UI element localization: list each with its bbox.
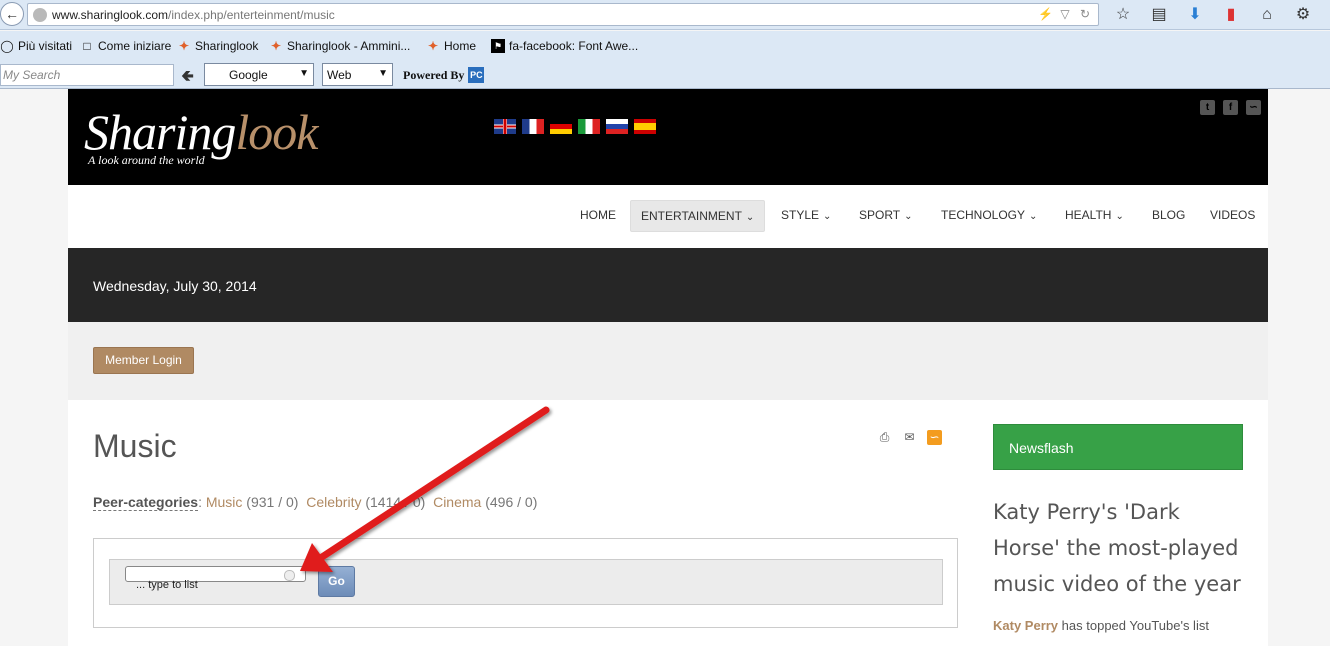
globe-icon: ◯ [0,39,14,53]
chevron-down-icon: ⌄ [1029,211,1038,222]
chevron-down-icon: ▼ [378,68,388,79]
email-icon[interactable]: ✉ [902,430,917,445]
nav-videos[interactable]: VIDEOS [1200,200,1265,232]
nav-home[interactable]: HOME [570,200,626,232]
bookmark-star-icon[interactable]: ☆ [1112,4,1134,26]
page-icon: □ [83,39,91,53]
pc-logo-icon: PC [468,67,485,83]
page-tools: ⎙ ✉ ∽ [877,430,942,445]
chevron-down-icon: ⌄ [823,211,832,222]
flag-italian-icon[interactable] [578,119,600,134]
peer-link-cinema[interactable]: Cinema [433,494,481,510]
type-select[interactable]: Web ▼ [322,63,393,86]
bookmark-come-iniziare[interactable]: □ Come iniziare [80,39,171,53]
home-icon[interactable]: ⌂ [1256,4,1278,26]
joomla-icon: ✦ [270,39,282,53]
flag-french-icon[interactable] [522,119,544,134]
bookmark-piu-visitati[interactable]: ◯ Più visitati [0,39,72,53]
url-text: www.sharinglook.com/index.php/enterteinm… [52,8,335,22]
site-tagline: A look around the world [88,153,205,167]
news-highlight-link[interactable]: Katy Perry [993,618,1058,633]
news-title[interactable]: Katy Perry's 'Dark Horse' the most-playe… [993,494,1253,602]
peer-categories-label: Peer-categories [93,494,199,511]
download-icon[interactable]: ⬇ [1184,4,1206,26]
bookmark-home[interactable]: ✦ Home [426,39,476,53]
page-title: Music [93,428,177,464]
newsflash-header: Newsflash [993,424,1243,470]
url-actions: ⚡ ▽ ↻ [1038,7,1092,21]
language-flags [494,119,656,134]
nav-blog[interactable]: BLOG [1142,200,1195,232]
peer-count: (931 / 0) [246,494,299,510]
nav-sport[interactable]: SPORT ⌄ [849,200,923,232]
twitter-icon[interactable]: t [1200,100,1215,115]
current-date: Wednesday, July 30, 2014 [93,278,257,294]
my-search-input[interactable]: My Search [0,64,174,86]
peer-link-music[interactable]: Music [206,494,243,510]
rss-icon[interactable]: ∽ [1246,100,1261,115]
flag-russian-icon[interactable] [606,119,628,134]
chevron-down-icon: ▼ [299,68,309,79]
reload-icon[interactable]: ↻ [1078,7,1092,21]
bookmark-sharinglook-admin[interactable]: ✦ Sharinglook - Ammini... [269,39,410,53]
bookmark-sharinglook[interactable]: ✦ Sharinglook [177,39,258,53]
nav-style[interactable]: STYLE ⌄ [771,200,841,232]
lightning-icon[interactable]: ⚡ [1038,7,1053,21]
back-button[interactable]: ← [0,2,24,26]
toolbar-icons: ☆ ▤ ⬇ ▮ ⌂ ⚙ [1112,4,1314,26]
peer-count: (1414 / 0) [365,494,426,510]
browser-toolbar: ← www.sharinglook.com/index.php/entertei… [0,0,1330,30]
news-body: Katy Perry has topped YouTube's list [993,618,1209,633]
peer-count: (496 / 0) [485,494,538,510]
print-icon[interactable]: ⎙ [877,430,892,445]
url-bar[interactable]: www.sharinglook.com/index.php/enterteinm… [27,3,1099,26]
social-links: t f ∽ [1200,100,1261,115]
search-toolbar: My Search 🢀 Google ▼ Web ▼ Powered By PC [0,61,1330,89]
chevron-down-icon: ⌄ [1115,211,1124,222]
addon-icon[interactable]: ▮ [1220,4,1242,26]
joomla-icon: ✦ [427,39,439,53]
login-bar [68,322,1268,400]
peer-categories: Peer-categories: Music (931 / 0) Celebri… [93,494,538,511]
nav-health[interactable]: HEALTH ⌄ [1055,200,1134,232]
rss-feed-icon[interactable]: ∽ [927,430,942,445]
nav-technology[interactable]: TECHNOLOGY ⌄ [931,200,1047,232]
globe-icon [33,8,47,22]
dropdown-chevron-icon[interactable]: ▽ [1058,7,1072,21]
peer-link-celebrity[interactable]: Celebrity [306,494,361,510]
go-button[interactable]: Go [318,566,355,597]
powered-by: Powered By PC [403,67,485,83]
bookmarks-bar: ◯ Più visitati □ Come iniziare ✦ Sharingloo… [0,31,1330,61]
arrow-left-icon[interactable]: 🢀 [181,65,194,92]
clipboard-icon[interactable]: ▤ [1148,4,1170,26]
flag-spanish-icon[interactable] [634,119,656,134]
filter-hint: ... type to list [136,579,198,591]
extension-icon[interactable]: ⚙ [1292,4,1314,26]
nav-entertainment[interactable]: ENTERTAINMENT ⌄ [630,200,766,232]
member-login-button[interactable]: Member Login [93,347,194,374]
facebook-icon[interactable]: f [1223,100,1238,115]
joomla-icon: ✦ [178,39,190,53]
chevron-down-icon: ⌄ [904,211,913,222]
bookmark-fa-facebook[interactable]: ⚑ fa-facebook: Font Awe... [491,39,638,53]
flag-german-icon[interactable] [550,119,572,134]
flag-english-icon[interactable] [494,119,516,134]
flag-icon: ⚑ [491,39,505,53]
engine-select[interactable]: Google ▼ [204,63,314,86]
chevron-down-icon: ⌄ [745,212,755,223]
